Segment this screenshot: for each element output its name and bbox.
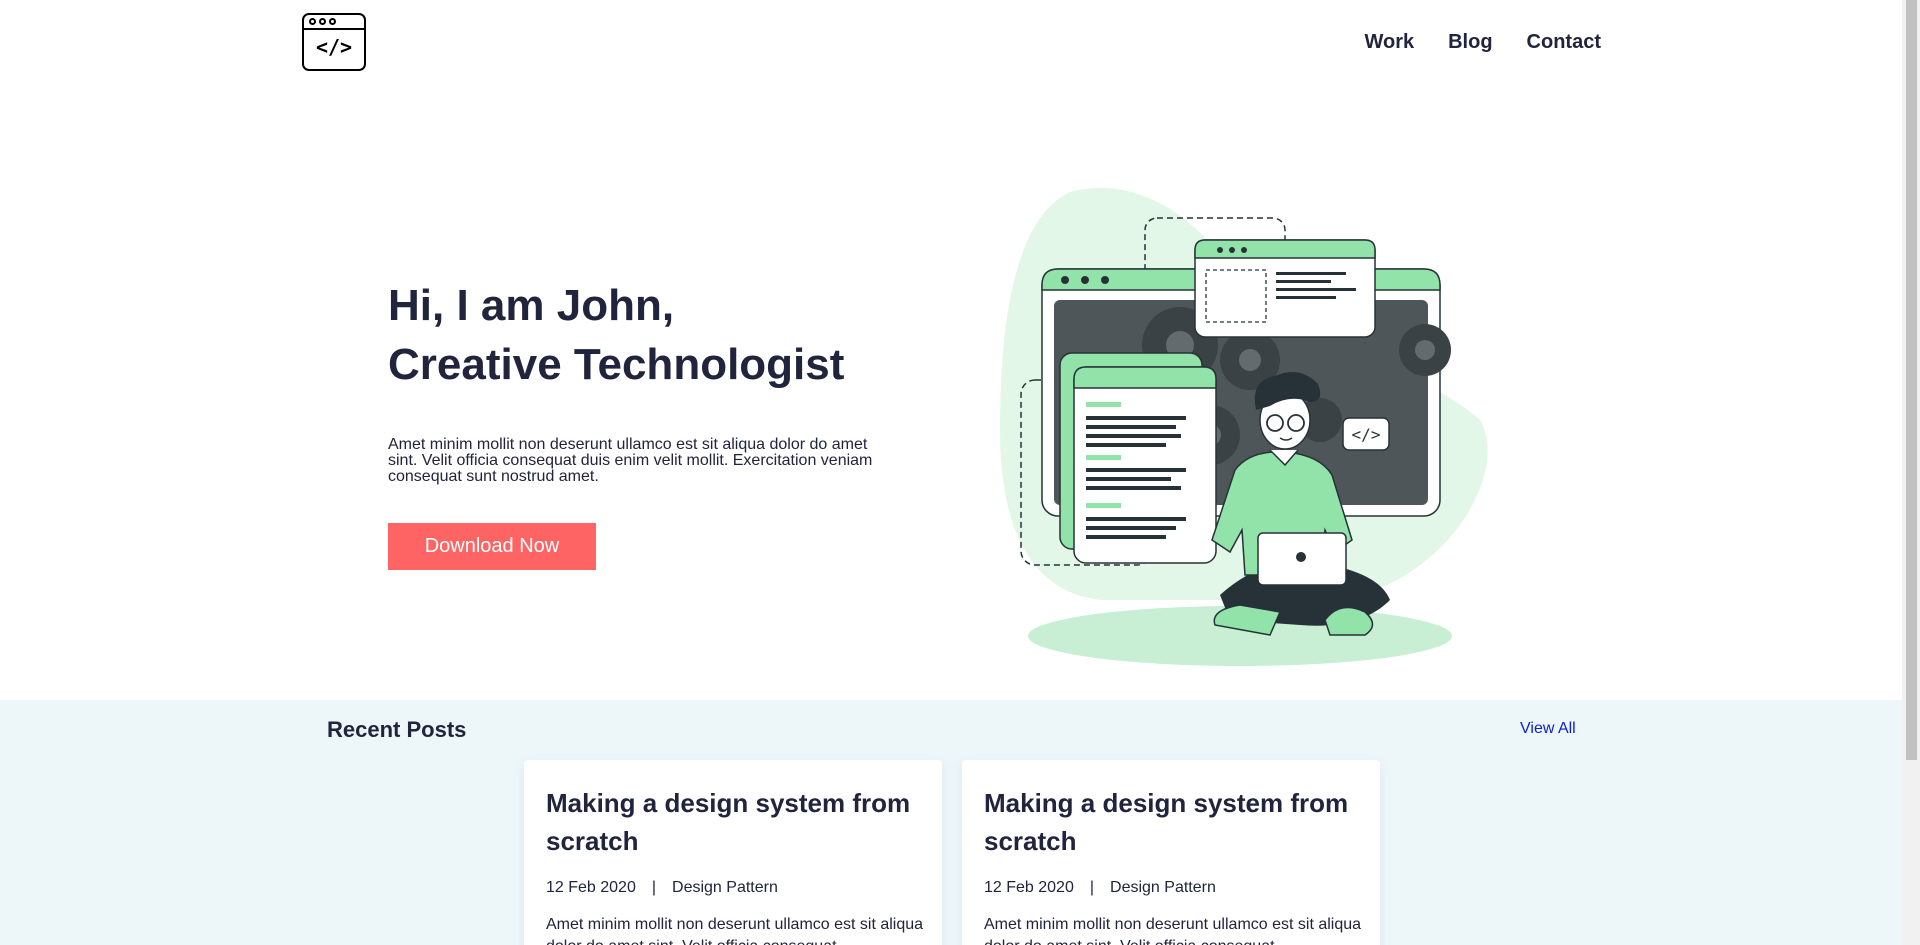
download-now-button[interactable]: Download Now [388, 523, 596, 570]
main-nav: Work Blog Contact [1364, 31, 1601, 54]
hero-title-line1: Hi, I am John, [388, 281, 675, 330]
scrollbar-thumb[interactable] [1906, 0, 1917, 760]
nav-link-contact[interactable]: Contact [1527, 31, 1601, 54]
page-scrollbar[interactable] [1902, 0, 1920, 945]
recent-posts-section [0, 700, 1902, 945]
developer-with-laptop-illustration: </> [1000, 187, 1488, 666]
post-card[interactable]: Making a design system from scratch 12 F… [962, 760, 1380, 945]
post-meta: 12 Feb 2020 | Design Pattern [984, 879, 1216, 897]
window-dot-icon [329, 18, 336, 25]
recent-posts-title: Recent Posts [327, 717, 467, 742]
view-all-link[interactable]: View All [1520, 720, 1576, 738]
nav-link-blog[interactable]: Blog [1448, 31, 1492, 54]
hero-title: Hi, I am John, Creative Technologist [388, 276, 908, 394]
logo-code-text: </> [315, 35, 353, 59]
post-meta: 12 Feb 2020 | Design Pattern [546, 879, 778, 897]
window-dot-icon [309, 18, 316, 25]
post-date: 12 Feb 2020 [984, 879, 1074, 896]
window-dot-icon [319, 18, 326, 25]
post-excerpt: Amet minim mollit non deserunt ullamco e… [984, 916, 1362, 945]
window-bar [304, 28, 364, 30]
post-category: Design Pattern [672, 879, 778, 896]
site-header: </> Work Blog Contact [0, 0, 1902, 90]
hero-title-line2: Creative Technologist [388, 340, 845, 389]
code-window-icon[interactable]: </> [302, 13, 366, 71]
post-date: 12 Feb 2020 [546, 879, 636, 896]
post-title[interactable]: Making a design system from scratch [546, 784, 926, 860]
meta-separator: | [1089, 879, 1095, 896]
hero-description: Amet minim mollit non deserunt ullamco e… [388, 436, 873, 485]
nav-link-work[interactable]: Work [1364, 31, 1414, 54]
illustration-code-text: </> [1352, 425, 1381, 444]
post-title[interactable]: Making a design system from scratch [984, 784, 1364, 860]
meta-separator: | [651, 879, 657, 896]
post-category: Design Pattern [1110, 879, 1216, 896]
post-excerpt: Amet minim mollit non deserunt ullamco e… [546, 916, 924, 945]
post-card[interactable]: Making a design system from scratch 12 F… [524, 760, 942, 945]
